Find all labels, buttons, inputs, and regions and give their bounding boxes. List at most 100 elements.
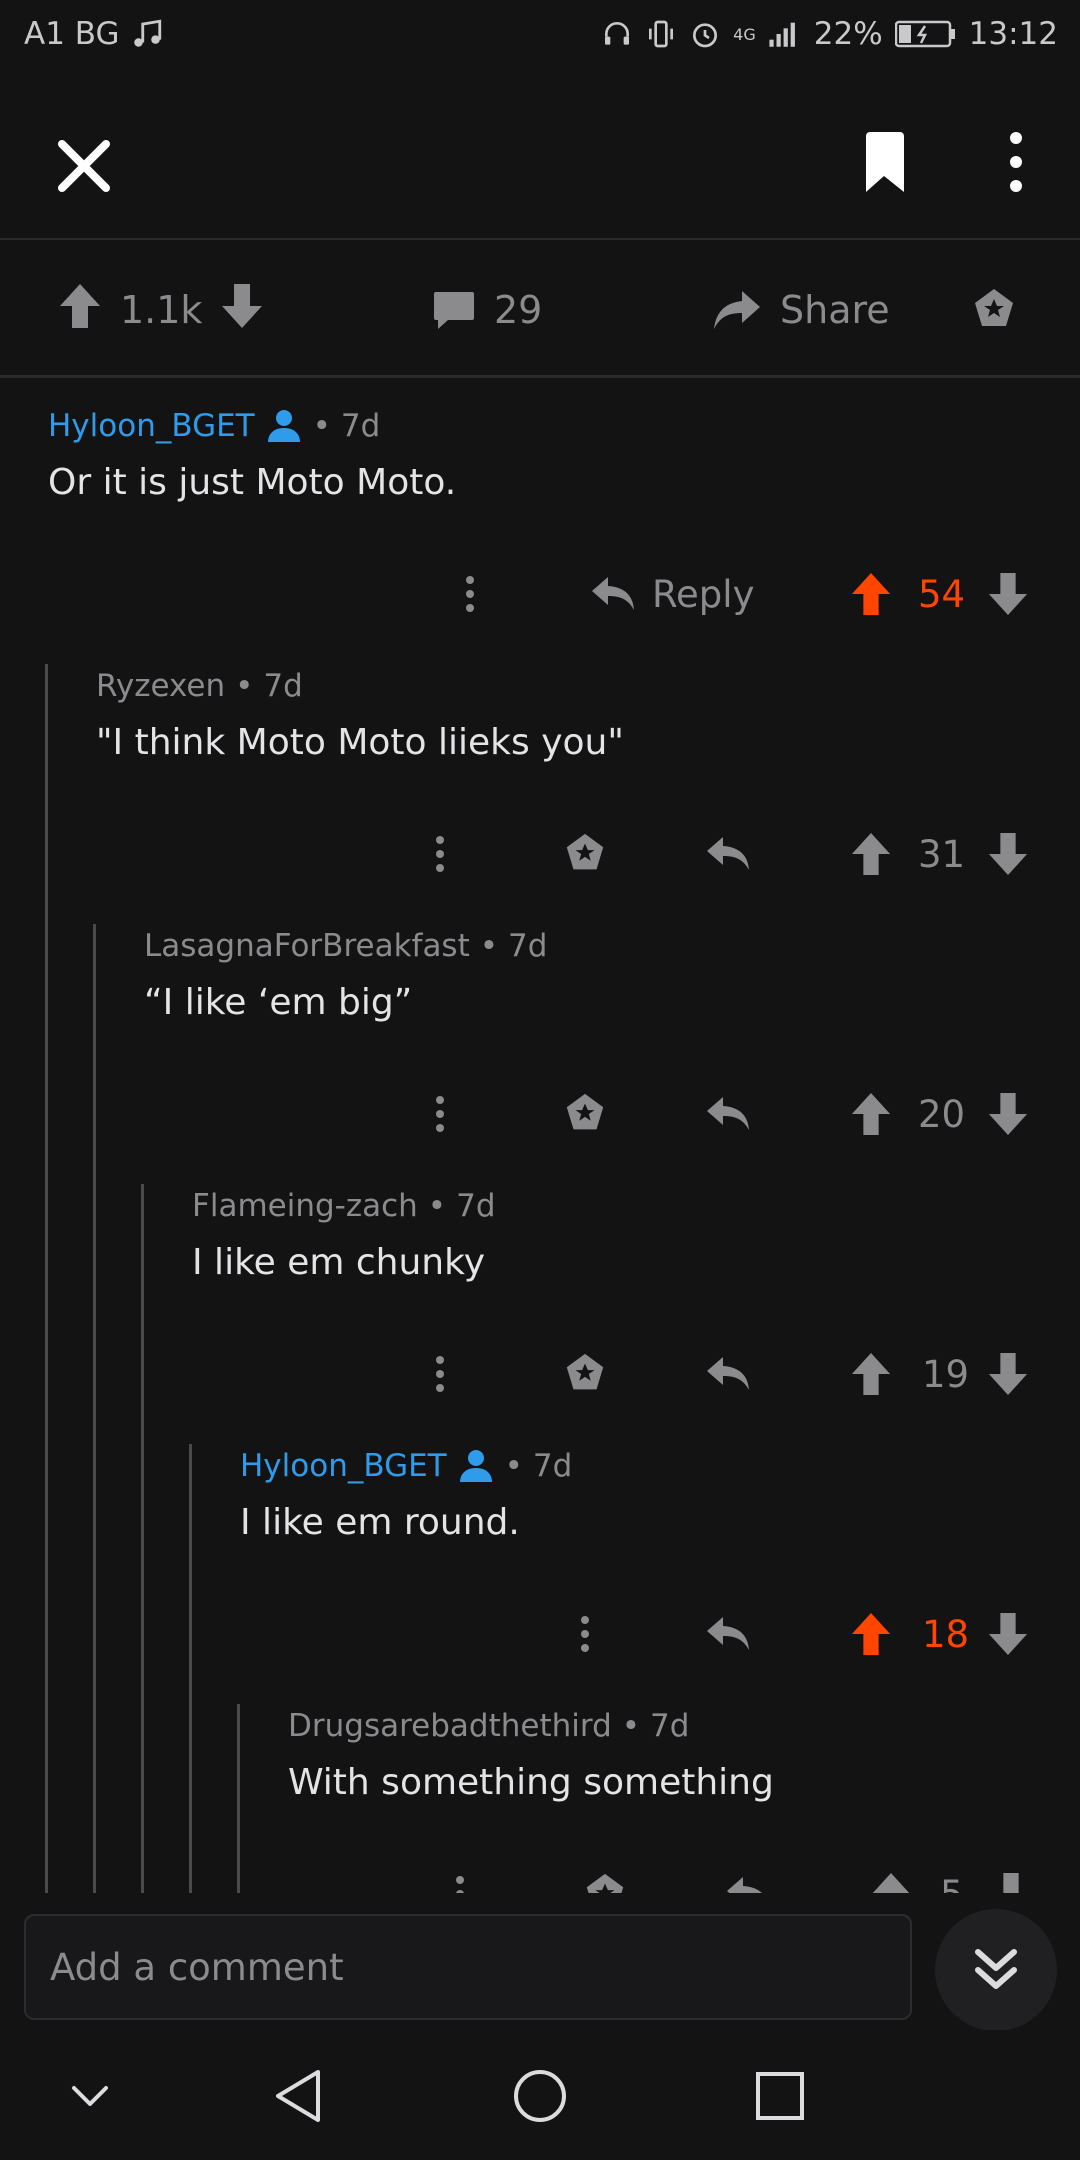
- comment-more-button[interactable]: [425, 1344, 455, 1404]
- comment-more-button[interactable]: [445, 1864, 475, 1893]
- comment-score: 20: [918, 1084, 965, 1144]
- comment-downvote-button[interactable]: [987, 1604, 1029, 1664]
- collapse-icon: [72, 2086, 108, 2106]
- user-icon: [267, 410, 300, 442]
- add-comment-input[interactable]: Add a comment: [24, 1914, 912, 2020]
- thread-line-depth-2[interactable]: [93, 924, 96, 1893]
- status-bar-left: A1 BG: [24, 16, 164, 52]
- close-button[interactable]: [48, 130, 120, 202]
- more-options-button[interactable]: [990, 126, 1042, 198]
- carrier-label: A1 BG: [24, 16, 120, 52]
- comment-age: 7d: [340, 408, 381, 444]
- network-label: 4G: [733, 24, 756, 44]
- save-post-button[interactable]: [848, 126, 920, 198]
- post-score: 1.1k: [120, 288, 203, 332]
- reply-button[interactable]: [705, 1344, 751, 1404]
- award-button[interactable]: [582, 1864, 628, 1893]
- reply-icon: [592, 577, 634, 610]
- comment-more-button[interactable]: [425, 1084, 455, 1144]
- comment-actions: 20: [0, 1084, 1080, 1144]
- post-downvote-button[interactable]: [220, 282, 264, 339]
- comment-upvote-button[interactable]: [850, 824, 892, 884]
- meta-separator: •: [235, 668, 254, 704]
- comment-meta: Ryzexen • 7d: [96, 664, 624, 708]
- comment-body: “I like ‘em big”: [144, 982, 413, 1023]
- comment-author[interactable]: Drugsarebadthethird: [288, 1708, 612, 1744]
- back-icon: [276, 2070, 320, 2122]
- meta-separator: •: [479, 928, 499, 964]
- more-icon: [456, 1876, 464, 1893]
- home-icon: [514, 2070, 566, 2122]
- post-upvote-button[interactable]: [58, 282, 102, 339]
- recents-button[interactable]: [740, 2056, 820, 2136]
- comment-upvote-button[interactable]: [850, 1344, 892, 1404]
- comment-more-button[interactable]: [425, 824, 455, 884]
- award-icon: [975, 289, 1013, 326]
- more-icon: [436, 1356, 444, 1392]
- comment-downvote-button[interactable]: [987, 1084, 1029, 1144]
- upvote-icon: [872, 1873, 910, 1893]
- comment-more-button[interactable]: [455, 564, 485, 624]
- reply-icon: [707, 837, 749, 870]
- award-button[interactable]: [562, 1084, 608, 1144]
- reply-button[interactable]: [705, 1084, 751, 1144]
- music-icon: [130, 17, 164, 51]
- upvote-icon: [851, 1093, 891, 1135]
- award-icon: [586, 1873, 624, 1893]
- comment-upvote-button[interactable]: [870, 1864, 912, 1893]
- post-action-row: 1.1k 29 Share: [0, 240, 1080, 378]
- comment: Flameing-zach • 7d I like em chunky: [192, 1184, 496, 1283]
- top-bar: [0, 76, 1080, 240]
- reply-button[interactable]: [705, 824, 751, 884]
- home-button[interactable]: [500, 2056, 580, 2136]
- downvote-icon: [1003, 1873, 1019, 1893]
- close-icon: [58, 140, 110, 192]
- reply-button[interactable]: Reply: [590, 564, 754, 624]
- share-button[interactable]: Share: [712, 282, 890, 338]
- comment-score-value: 20: [918, 1092, 966, 1136]
- comment-downvote-button[interactable]: [987, 1344, 1029, 1404]
- award-button[interactable]: [562, 824, 608, 884]
- meta-separator: •: [621, 1708, 641, 1744]
- next-comment-button[interactable]: [935, 1909, 1057, 2031]
- comment: Hyloon_BGET • 7d Or it is just Moto Moto…: [48, 404, 456, 503]
- comment-downvote-button[interactable]: [987, 824, 1029, 884]
- back-button[interactable]: [260, 2056, 340, 2136]
- thread-line-depth-4[interactable]: [189, 1444, 192, 1893]
- reply-icon: [727, 1877, 762, 1893]
- comment-author[interactable]: Ryzexen: [96, 668, 225, 704]
- comment-upvote-button[interactable]: [850, 564, 892, 624]
- comment-meta: Drugsarebadthethird • 7d: [288, 1704, 774, 1748]
- comment-icon: [434, 292, 474, 329]
- comment-age: 7d: [456, 1188, 496, 1224]
- post-comments-button[interactable]: 29: [432, 282, 542, 338]
- comment-downvote-button[interactable]: [987, 564, 1029, 624]
- comment-author[interactable]: Hyloon_BGET: [48, 408, 255, 444]
- status-bar: A1 BG 4G 22% 13:12: [0, 0, 1080, 76]
- reply-button[interactable]: [705, 1604, 751, 1664]
- comment-actions: 31: [0, 824, 1080, 884]
- comment-author[interactable]: Hyloon_BGET: [240, 1448, 447, 1484]
- comment-upvote-button[interactable]: [850, 1084, 892, 1144]
- comment-body: "I think Moto Moto liieks you": [96, 722, 624, 763]
- upvote-icon: [851, 1353, 891, 1395]
- comment-author[interactable]: LasagnaForBreakfast: [144, 928, 470, 964]
- more-icon: [436, 836, 444, 872]
- headset-icon: [601, 18, 633, 50]
- upvote-icon: [851, 1613, 891, 1655]
- award-button[interactable]: [562, 1344, 608, 1404]
- comment-score-value: 31: [918, 832, 966, 876]
- thread-line-depth-3[interactable]: [141, 1184, 144, 1893]
- comment-more-button[interactable]: [570, 1604, 600, 1664]
- downvote-icon: [988, 1613, 1028, 1655]
- comment-score-value: 5: [940, 1873, 964, 1894]
- scroll-down-icon: [975, 1949, 1017, 1989]
- comment-score-value: 19: [922, 1352, 970, 1396]
- meta-separator: •: [312, 408, 331, 444]
- comment-upvote-button[interactable]: [850, 1604, 892, 1664]
- comment-downvote-button[interactable]: [990, 1864, 1032, 1893]
- reply-button[interactable]: [725, 1864, 771, 1893]
- collapse-button[interactable]: [50, 2056, 130, 2136]
- comment-author[interactable]: Flameing-zach: [192, 1188, 418, 1224]
- award-button[interactable]: [970, 282, 1018, 338]
